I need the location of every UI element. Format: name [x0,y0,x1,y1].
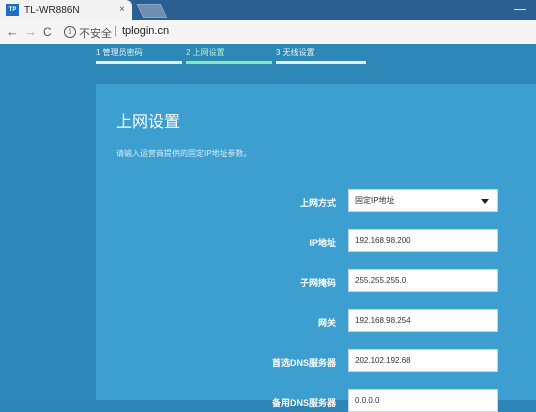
settings-panel: 上网设置 请输入运营商提供的固定IP地址参数。 上网方式 固定IP地址 IP地址… [96,84,536,412]
page-title: 上网设置 [116,114,181,131]
browser-tab[interactable]: TP TL-WR886N × [0,0,132,20]
chevron-down-icon [481,199,489,204]
forward-arrow-icon[interactable]: → [24,24,37,39]
browser-tab-bar: TP TL-WR886N × [0,0,536,20]
connection-type-select[interactable]: 固定IP地址 [348,189,498,212]
info-icon[interactable]: i [64,26,76,38]
page-subtitle: 请输入运营商提供的固定IP地址参数。 [116,149,252,158]
step-admin-password: 1 管理员密码 [96,48,143,57]
ip-address-input[interactable]: 192.168.98.200 [348,229,498,252]
step-internet-settings: 2 上网设置 [186,48,225,57]
gateway-input[interactable]: 192.168.98.254 [348,309,498,332]
window-minimize-icon[interactable] [514,9,526,10]
tab-title: TL-WR886N [24,4,80,16]
setup-steps: 1 管理员密码 2 上网设置 3 无线设置 [96,47,376,67]
subnet-mask-label: 子网掩码 [299,278,336,288]
url-separator: | [114,25,117,37]
step-progress-bar [276,61,366,64]
step-wireless-settings: 3 无线设置 [276,48,315,57]
back-arrow-icon[interactable]: ← [6,24,19,39]
step-progress-bar-active [186,61,272,64]
connection-type-label: 上网方式 [299,198,336,208]
url-input[interactable]: tplogin.cn [122,25,169,37]
step-progress-bar [96,61,182,64]
reload-icon[interactable]: C [43,25,52,39]
address-bar: ← → C i 不安全 | tplogin.cn [0,20,536,45]
primary-dns-label: 首选DNS服务器 [271,358,336,368]
connection-type-value: 固定IP地址 [355,196,395,205]
tplink-logo-icon: TP [6,4,19,16]
secondary-dns-label: 备用DNS服务器 [271,398,336,408]
security-status[interactable]: 不安全 [79,25,112,41]
tab-close-icon[interactable]: × [119,4,125,15]
new-tab-button[interactable] [136,4,168,18]
ip-address-label: IP地址 [309,238,336,248]
secondary-dns-input[interactable]: 0.0.0.0 [348,389,498,412]
gateway-label: 网关 [317,318,336,328]
primary-dns-input[interactable]: 202.102.192.68 [348,349,498,372]
subnet-mask-input[interactable]: 255.255.255.0 [348,269,498,292]
